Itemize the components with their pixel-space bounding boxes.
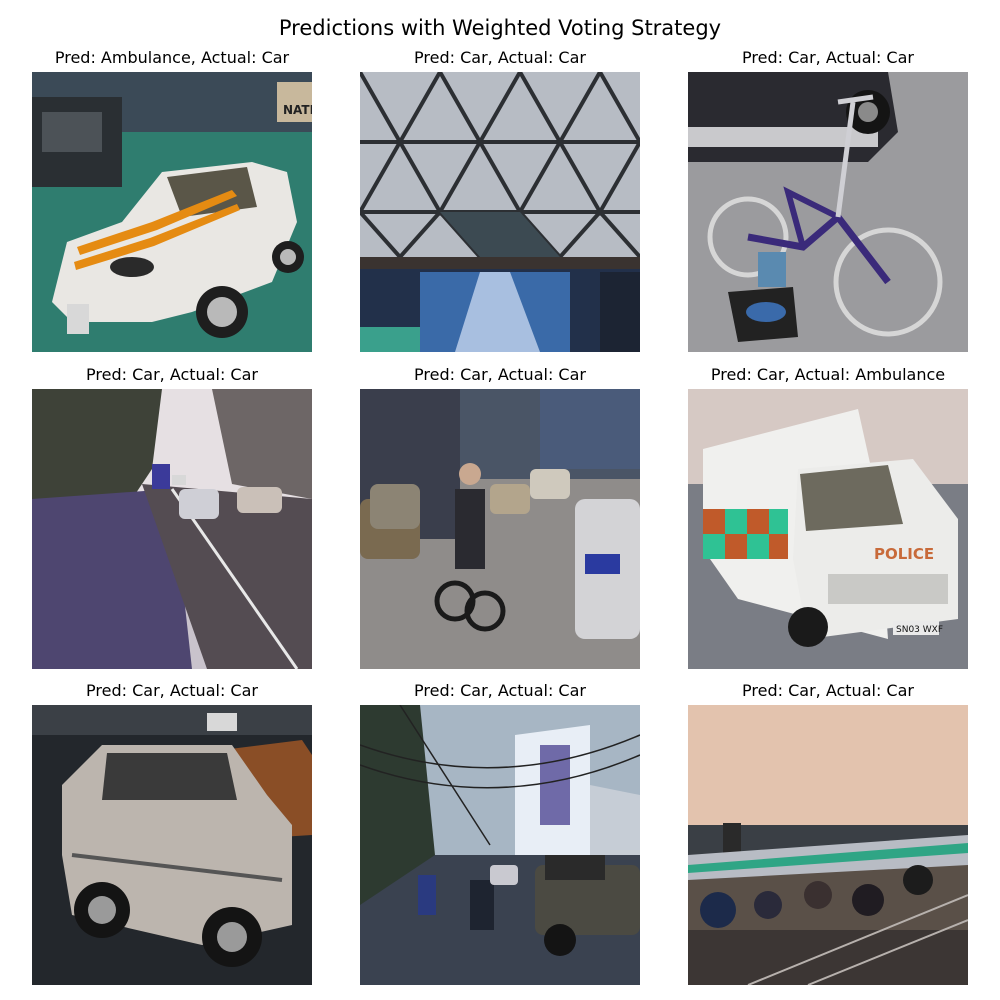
panel-image: POLICE SN03 WXF [688,389,968,669]
panel-title: Pred: Car, Actual: Car [742,48,914,67]
street-bicycle-photo [360,389,640,669]
white-sedan-photo: NATIO [32,72,312,352]
classic-mini-photo [32,705,312,985]
panel-title: Pred: Car, Actual: Car [742,681,914,700]
panel-title: Pred: Car, Actual: Car [414,681,586,700]
prediction-panel: Pred: Car, Actual: Car [340,48,660,352]
panel-title: Pred: Ambulance, Actual: Car [54,48,290,67]
prediction-panel: Pred: Car, Actual: Car [12,365,332,669]
prediction-panel: Pred: Ambulance, Actual: Car NATIO [12,48,332,352]
panel-image [688,705,968,985]
panel-image [32,389,312,669]
panel-title: Pred: Car, Actual: Car [414,365,586,384]
lowrider-bicycle-photo [688,72,968,352]
prediction-panel: Pred: Car, Actual: Car [340,365,660,669]
panel-title: Pred: Car, Actual: Car [86,365,258,384]
prediction-panel: Pred: Car, Actual: Car [340,681,660,985]
race-track-crowd-photo [688,705,968,985]
panel-image: NATIO [32,72,312,352]
panel-image [360,705,640,985]
plate-text: SN03 WXF [896,625,943,635]
city-street-photo [360,705,640,985]
prediction-panel: Pred: Car, Actual: Car [668,681,988,985]
tree-lined-road-photo [32,389,312,669]
banner-text: NATIO [283,103,312,117]
panel-title: Pred: Car, Actual: Car [414,48,586,67]
figure-title: Predictions with Weighted Voting Strateg… [278,16,722,40]
panel-title: Pred: Car, Actual: Ambulance [710,365,946,384]
prediction-panel: Pred: Car, Actual: Car [668,48,988,352]
police-label: POLICE [874,545,934,563]
prediction-panel: Pred: Car, Actual: Ambulance POLICE SN03… [668,365,988,669]
panel-image [360,389,640,669]
panel-image [32,705,312,985]
panel-title: Pred: Car, Actual: Car [86,681,258,700]
panel-image [688,72,968,352]
police-van-photo: POLICE SN03 WXF [688,389,968,669]
glass-building-photo [360,72,640,352]
panel-image [360,72,640,352]
prediction-panel: Pred: Car, Actual: Car [12,681,332,985]
